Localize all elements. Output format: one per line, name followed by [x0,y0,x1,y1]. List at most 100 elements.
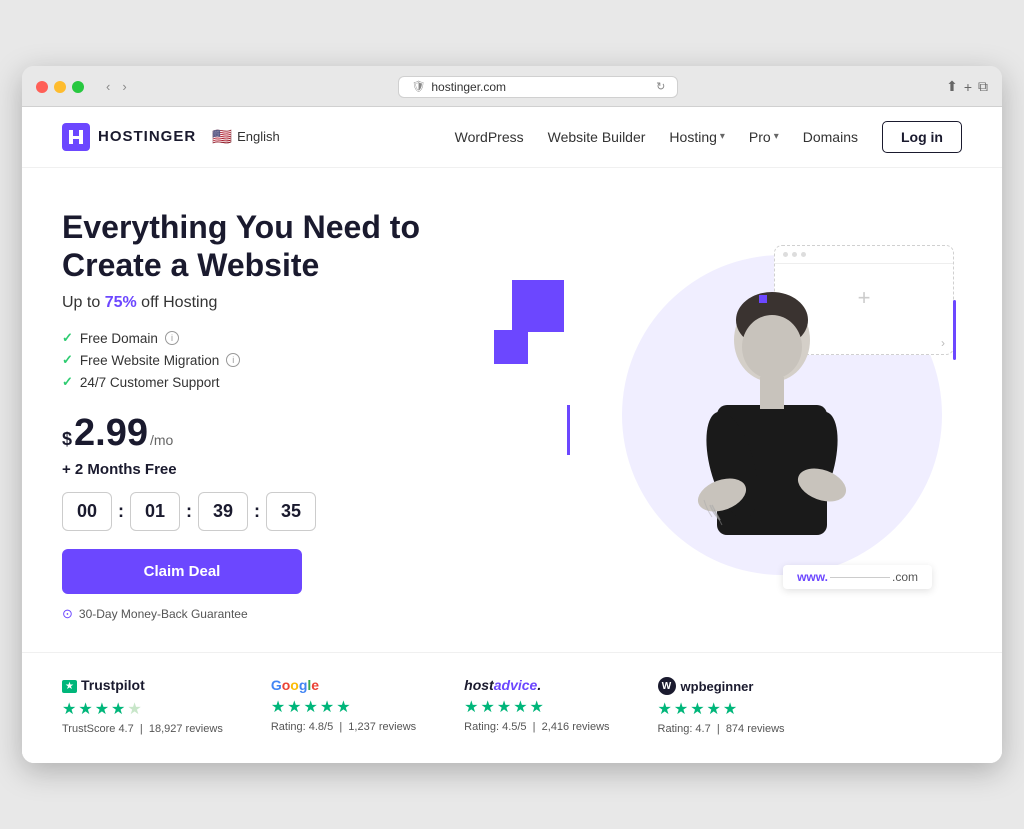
deco-line-vertical [567,405,570,455]
traffic-lights [36,81,84,93]
wp-star-1: ★ [658,699,672,719]
price-period: /mo [150,432,173,448]
star-4: ★ [111,699,125,719]
nav-item-domains[interactable]: Domains [803,129,858,145]
deco-line-right [953,300,956,360]
trustpilot-stars: ★ ★ ★ ★ ★ [62,699,223,719]
countdown-timer: 00 : 01 : 39 : 35 [62,492,482,531]
trustpilot-logo: ★ Trustpilot [62,677,223,695]
purple-square-small [494,330,528,364]
pro-dropdown-arrow: ▾ [774,131,779,142]
countdown-sep-1: : [118,501,124,522]
logo[interactable]: HOSTINGER [62,123,196,151]
wp-star-4: ★ [707,699,721,719]
countdown-seconds: 39 [198,492,248,531]
wp-star-3: ★ [690,699,704,719]
wpbeginner-brand-label: W wpbeginner [658,677,785,695]
url-text: hostinger.com [431,80,506,94]
domain-line [830,577,890,578]
language-selector[interactable]: 🇺🇸 English [212,127,280,147]
hero-title: Everything You Need to Create a Website [62,208,482,285]
check-icon-3: ✓ [62,374,73,390]
hero-subtitle-after: off Hosting [137,294,218,311]
login-button[interactable]: Log in [882,121,962,153]
review-wpbeginner: W wpbeginner ★ ★ ★ ★ ★ Rating: 4.7 | 874… [658,677,785,735]
nav-item-website-builder[interactable]: Website Builder [548,129,646,145]
check-icon-1: ✓ [62,330,73,346]
address-bar-container: 🛡 hostinger.com ↻ [139,76,938,98]
info-icon-2[interactable]: i [226,353,240,367]
price-main: $ 2.99 /mo [62,412,482,455]
price-amount: 2.99 [74,412,148,455]
tabs-overview-button[interactable]: ⧉ [978,78,988,95]
wp-star-2: ★ [674,699,688,719]
review-google: Google ★ ★ ★ ★ ★ Rating: 4.8/5 | 1,237 r… [271,677,416,733]
close-window-button[interactable] [36,81,48,93]
google-brand-label: Google [271,677,416,693]
wp-icon: W [658,677,676,695]
tp-star-icon: ★ [62,680,77,693]
feature-migration: ✓ Free Website Migration i [62,352,482,368]
nav-item-hosting[interactable]: Hosting ▾ [669,129,725,145]
features-list: ✓ Free Domain i ✓ Free Website Migration… [62,330,482,390]
navbar: HOSTINGER 🇺🇸 English WordPress Website B… [22,107,1002,168]
feature-label-1: Free Domain [80,331,158,346]
wp-star-5: ★ [723,699,737,719]
security-icon: 🛡 [411,80,425,93]
price-currency: $ [62,429,72,450]
flag-icon: 🇺🇸 [212,127,232,147]
browser-window: ‹ › 🛡 hostinger.com ↻ ⬆ + ⧉ [22,66,1002,764]
feature-label-2: Free Website Migration [80,353,219,368]
deco-dot-blue [759,295,767,303]
share-button[interactable]: ⬆ [946,78,958,95]
new-tab-button[interactable]: + [964,79,972,95]
feature-label-3: 24/7 Customer Support [80,375,220,390]
forward-button[interactable]: › [118,77,130,96]
g-star-1: ★ [271,697,285,717]
review-trustpilot: ★ Trustpilot ★ ★ ★ ★ ★ TrustScore 4.7 | … [62,677,223,735]
hero-subtitle-highlight: 75% [105,294,137,311]
wpbeginner-score: Rating: 4.7 | 874 reviews [658,723,785,735]
minimize-window-button[interactable] [54,81,66,93]
maximize-window-button[interactable] [72,81,84,93]
language-label: English [237,129,280,144]
purple-square-large [512,280,564,332]
wpbeginner-stars: ★ ★ ★ ★ ★ [658,699,785,719]
info-icon-1[interactable]: i [165,331,179,345]
price-block: $ 2.99 /mo [62,412,482,455]
hero-section: Everything You Need to Create a Website … [22,168,1002,653]
claim-deal-button[interactable]: Claim Deal [62,549,302,594]
hostadvice-brand-label: hostadvice. [464,677,609,693]
logo-text: HOSTINGER [98,128,196,145]
trustpilot-brand-label: Trustpilot [81,677,145,693]
ha-star-4: ★ [513,697,527,717]
back-button[interactable]: ‹ [102,77,114,96]
nav-item-wordpress[interactable]: WordPress [455,129,524,145]
countdown-sep-3: : [254,501,260,522]
hero-subtitle: Up to 75% off Hosting [62,294,482,312]
g-star-5: ★ [336,697,350,717]
feature-support: ✓ 24/7 Customer Support [62,374,482,390]
mockup-dots [775,246,953,264]
g-star-2: ★ [287,697,301,717]
money-back-text: 30-Day Money-Back Guarantee [79,607,248,621]
page-content: HOSTINGER 🇺🇸 English WordPress Website B… [22,107,1002,764]
ha-star-3: ★ [497,697,511,717]
refresh-icon: ↻ [656,80,665,93]
star-2: ★ [78,699,92,719]
g-star-3: ★ [304,697,318,717]
address-bar[interactable]: 🛡 hostinger.com ↻ [398,76,678,98]
price-bonus: + 2 Months Free [62,461,482,478]
hero-image-area: + ‹ › [482,225,962,605]
domain-bar: www. .com [783,565,932,589]
navbar-nav: WordPress Website Builder Hosting ▾ Pro … [455,121,962,153]
shield-guarantee-icon: ⊙ [62,606,73,622]
hostadvice-stars: ★ ★ ★ ★ ★ [464,697,609,717]
reviews-section: ★ Trustpilot ★ ★ ★ ★ ★ TrustScore 4.7 | … [22,652,1002,763]
ha-star-2: ★ [481,697,495,717]
domain-www: www. [797,570,828,584]
check-icon-2: ✓ [62,352,73,368]
nav-item-pro[interactable]: Pro ▾ [749,129,779,145]
domain-com: .com [892,570,918,584]
hero-content: Everything You Need to Create a Website … [62,208,482,623]
